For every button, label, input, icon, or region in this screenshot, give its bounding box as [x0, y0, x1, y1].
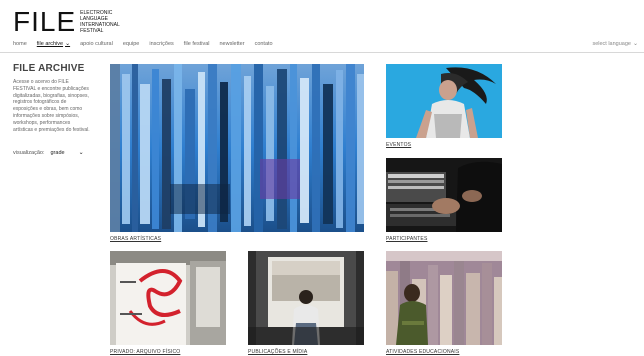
view-mode-value: grade [50, 149, 65, 156]
education-photo [386, 251, 502, 345]
card-label: PUBLICAÇÕES E MÍDIA [248, 349, 308, 355]
media-photo [248, 251, 364, 345]
nav-newsletter[interactable]: newsletter [219, 40, 244, 47]
language-select-label: select language [592, 40, 631, 47]
card-label: EVENTOS [386, 142, 412, 148]
chevron-down-icon: ⌄ [65, 41, 71, 47]
participants-photo [386, 158, 502, 232]
nav-home[interactable]: home [13, 40, 27, 47]
nav-apoio-cultural[interactable]: apoio cultural [80, 40, 113, 47]
card-arquivo-fisico[interactable]: PRIVADO: ARQUIVO FÍSICO [110, 251, 226, 356]
card-publicacoes-midia[interactable]: PUBLICAÇÕES E MÍDIA [248, 251, 364, 356]
card-label: PARTICIPANTES [386, 236, 428, 242]
card-eventos[interactable]: EVENTOS [386, 64, 502, 150]
nav-equipe[interactable]: equipe [123, 40, 140, 47]
view-mode-select[interactable]: grade ⌄ [50, 149, 84, 157]
file-logo[interactable]: FILE ELECTRONIC LANGUAGE INTERNATIONAL F… [13, 8, 120, 36]
view-mode: visualização: grade ⌄ [13, 149, 84, 157]
logo-tagline: ELECTRONIC LANGUAGE INTERNATIONAL FESTIV… [80, 10, 120, 34]
event-photo [386, 64, 502, 138]
language-select[interactable]: select language ⌄ [592, 40, 638, 48]
nav-file-festival[interactable]: file festival [184, 40, 210, 47]
header-divider [0, 52, 644, 53]
card-image [110, 64, 364, 232]
logo-wordmark: FILE [13, 6, 77, 37]
archive-description: Acesse o acervo do FILE FESTIVAL e encon… [13, 79, 90, 133]
installation-photo [110, 64, 364, 232]
card-label: PRIVADO: ARQUIVO FÍSICO [110, 349, 181, 355]
card-participantes[interactable]: PARTICIPANTES [386, 158, 502, 244]
view-mode-label: visualização: [13, 149, 45, 156]
card-image [386, 64, 502, 138]
nav-contato[interactable]: contato [255, 40, 273, 47]
nav-file-archive-label: file archive [36, 40, 64, 47]
nav-inscricoes[interactable]: inscrições [149, 40, 173, 47]
nav-file-archive[interactable]: file archive ⌄ [36, 40, 71, 48]
page-title: FILE ARCHIVE [13, 63, 85, 74]
card-image [110, 251, 226, 345]
card-obras-artisticas[interactable]: OBRAS ARTÍSTICAS [110, 64, 364, 244]
card-label: OBRAS ARTÍSTICAS [110, 236, 162, 242]
card-label: ATIVIDADES EDUCACIONAIS [386, 349, 460, 355]
logo-line: FESTIVAL [80, 28, 104, 34]
card-image [386, 158, 502, 232]
card-image [386, 251, 502, 345]
archive-photo [110, 251, 226, 345]
card-atividades-educacionais[interactable]: ATIVIDADES EDUCACIONAIS [386, 251, 502, 356]
card-image [248, 251, 364, 345]
chevron-down-icon: ⌄ [78, 150, 84, 156]
chevron-down-icon: ⌄ [632, 41, 638, 47]
main-nav: home file archive ⌄ apoio cultural equip… [13, 40, 283, 48]
